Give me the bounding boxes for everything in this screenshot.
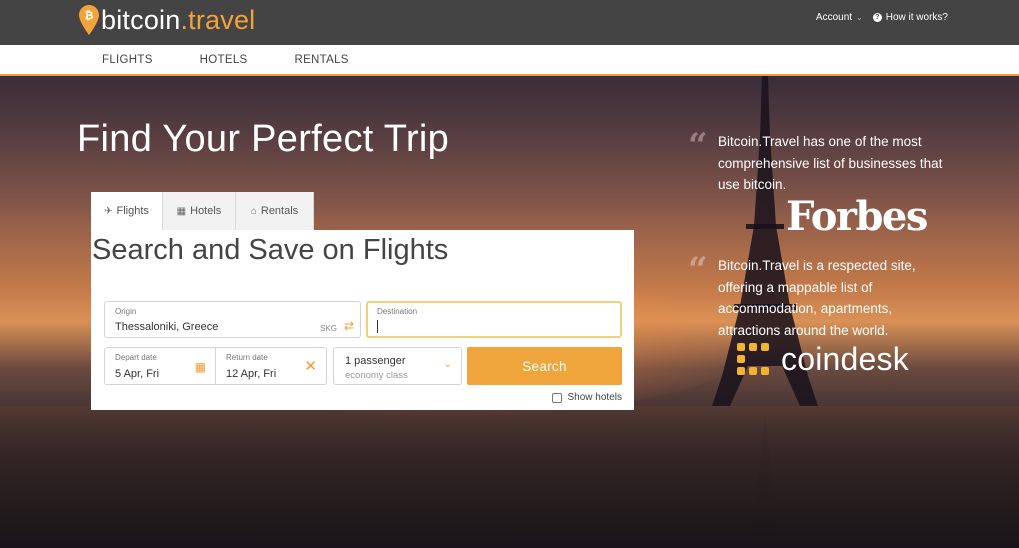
how-it-works-label: How it works? [885, 12, 948, 23]
coindesk-wordmark: coindesk [781, 340, 909, 377]
brand-name: bitcoin.travel [101, 5, 255, 35]
return-value: 12 Apr, Fri [226, 368, 277, 380]
cabin-class: economy class [345, 370, 408, 381]
flight-search-panel: Search and Save on Flights Origin Thessa… [91, 230, 634, 410]
search-title: Search and Save on Flights [92, 234, 449, 266]
top-links: Account ⌄ ? How it works? [816, 12, 948, 23]
brand-name-part1: bitcoin [101, 5, 181, 35]
top-header: ₿ bitcoin.travel Account ⌄ ? How it work… [0, 0, 1019, 45]
close-icon[interactable]: ✕ [304, 357, 317, 375]
quote-icon: “ [688, 250, 708, 290]
chevron-down-icon: ⌄ [443, 359, 452, 370]
tab-rentals[interactable]: ⌂ Rentals [236, 192, 314, 230]
tab-flights[interactable]: ✈ Flights [91, 192, 163, 230]
coindesk-logo: coindesk [735, 340, 909, 378]
nav-hotels[interactable]: HOTELS [200, 54, 248, 66]
home-icon: ⌂ [250, 205, 257, 217]
coindesk-mark-icon [737, 343, 769, 375]
origin-value: Thessaloniki, Greece [115, 321, 219, 333]
depart-date-field[interactable]: Depart date 5 Apr, Fri ▦ [104, 347, 216, 385]
depart-label: Depart date [115, 353, 157, 362]
bitcoin-pin-icon: ₿ [79, 5, 99, 35]
forbes-quote-text: Bitcoin.Travel has one of the most compr… [718, 134, 943, 192]
tab-hotels[interactable]: ▦ Hotels [163, 192, 236, 230]
chevron-down-icon: ⌄ [856, 13, 863, 22]
quote-icon: “ [688, 126, 708, 166]
calendar-icon: ▦ [194, 360, 206, 374]
return-label: Return date [226, 353, 268, 362]
destination-field[interactable]: Destination [366, 301, 622, 338]
origin-label: Origin [115, 307, 137, 316]
main-nav: FLIGHTS HOTELS RENTALS [0, 45, 1019, 76]
building-icon: ▦ [176, 205, 187, 217]
river-reflection [0, 406, 1019, 548]
account-menu[interactable]: Account ⌄ [816, 12, 863, 23]
show-hotels-toggle[interactable]: Show hotels [551, 392, 622, 403]
plane-icon: ✈ [104, 205, 113, 217]
brand-logo[interactable]: ₿ bitcoin.travel [79, 3, 255, 37]
search-button[interactable]: Search [467, 347, 622, 385]
hero-title: Find Your Perfect Trip [77, 118, 450, 160]
passenger-selector[interactable]: 1 passenger economy class ⌄ [333, 347, 462, 385]
depart-value: 5 Apr, Fri [115, 368, 160, 380]
destination-label: Destination [377, 307, 418, 316]
tab-hotels-label: Hotels [190, 205, 222, 217]
help-icon: ? [872, 13, 882, 22]
tab-flights-label: Flights [116, 205, 149, 217]
nav-rentals[interactable]: RENTALS [294, 54, 348, 66]
brand-name-part2: .travel [180, 5, 256, 35]
svg-text:₿: ₿ [85, 10, 94, 22]
show-hotels-label: Show hotels [567, 392, 622, 403]
search-tabs: ✈ Flights ▦ Hotels ⌂ Rentals [91, 192, 314, 230]
show-hotels-checkbox[interactable] [551, 392, 562, 403]
nav-flights[interactable]: FLIGHTS [102, 54, 153, 66]
origin-field[interactable]: Origin Thessaloniki, Greece SKG ⇄ [104, 301, 361, 338]
forbes-logo: Forbes [786, 193, 928, 240]
coindesk-quote-text: Bitcoin.Travel is a respected site, offe… [718, 258, 916, 338]
text-cursor [377, 320, 378, 333]
tab-rentals-label: Rentals [260, 205, 299, 217]
return-date-field[interactable]: Return date 12 Apr, Fri ✕ [216, 347, 327, 385]
origin-code: SKG [320, 324, 337, 333]
account-label: Account [815, 12, 853, 23]
how-it-works-link[interactable]: ? How it works? [872, 12, 948, 23]
swap-icon[interactable]: ⇄ [344, 319, 354, 333]
passenger-count: 1 passenger [345, 355, 406, 367]
